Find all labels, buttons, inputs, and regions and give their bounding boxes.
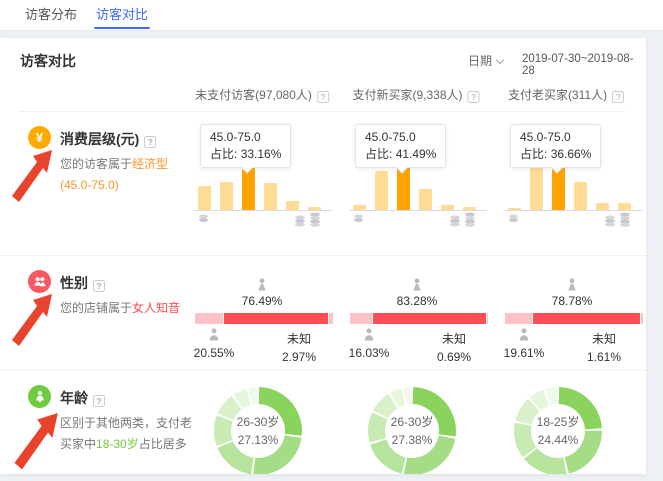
help-icon[interactable]: ? [468, 91, 480, 103]
male-icon [206, 328, 222, 342]
chart-axis [194, 210, 332, 211]
female-percentage: 78.78% [552, 294, 593, 308]
help-icon[interactable]: ? [93, 280, 105, 292]
consumption-chart-repeat-buyers: 45.0-75.0 占比: 36.66% [500, 112, 645, 255]
date-dropdown[interactable]: 日期 [468, 52, 503, 69]
consumption-chart-new-buyers: 45.0-75.0 占比: 41.49% [345, 112, 495, 255]
coin-stack-icon [353, 214, 364, 223]
page-title: 访客对比 [20, 51, 76, 71]
age-icon [28, 385, 51, 408]
coin-stack-icon [508, 214, 519, 223]
tab-visitor-comparison[interactable]: 访客对比 [96, 0, 148, 30]
column-header-row: 未支付访客(97,080人)? 支付新买家(9,338人)? 支付老买家(311… [20, 76, 626, 112]
male-icon [361, 328, 377, 342]
section-title: 消费层级(元)? [60, 129, 156, 149]
female-icon [254, 278, 270, 292]
consumption-bar-chart[interactable] [198, 162, 330, 210]
age-chart-repeat-buyers: 18-25岁 24.44% [500, 371, 645, 474]
age-chart-new-buyers: 26-30岁 27.38% [345, 371, 495, 474]
help-icon[interactable]: ? [144, 136, 156, 148]
unknown-percentage: 未知0.69% [437, 330, 471, 366]
help-icon[interactable]: ? [317, 91, 329, 103]
bar-tooltip: 45.0-75.0 占比: 33.16% [200, 124, 291, 168]
description-highlight: 18-30岁 [96, 437, 139, 451]
tooltip-value: 41.49% [396, 147, 437, 161]
tab-visitor-distribution[interactable]: 访客分布 [25, 0, 77, 30]
gender-stacked-bar[interactable] [505, 313, 643, 324]
coin-stack-icon [449, 212, 476, 227]
column-header-new-buyers: 支付新买家(9,338人)? [352, 86, 479, 103]
section-description: 您的访客属于经济型(45.0-75.0) [60, 154, 192, 196]
section-gender: 性别? 您的店铺属于女人知音 76.49% 20.55% 未知2.97% 83.… [0, 255, 646, 370]
male-percentage: 20.55% [194, 346, 235, 360]
coin-stack-icon [198, 214, 209, 223]
coin-stack-icon [294, 212, 321, 227]
section-age: 年龄? 区别于其他两类，支付老买家中18-30岁占比居多 26-30岁 27.1… [0, 370, 646, 474]
male-icon [516, 328, 532, 342]
consumption-chart-unpaid: 45.0-75.0 占比: 33.16% [190, 112, 340, 255]
consumption-bar-chart[interactable] [508, 162, 640, 210]
gender-stacked-bar[interactable] [195, 313, 333, 324]
tooltip-range: 45.0-75.0 [365, 129, 436, 146]
male-percentage: 19.61% [504, 346, 545, 360]
chart-axis [504, 210, 642, 211]
gender-chart-new-buyers: 83.28% 16.03% 未知0.69% [345, 256, 495, 370]
tooltip-value: 36.66% [551, 147, 592, 161]
active-tab-underline [94, 27, 150, 29]
top-tab-bar: 访客分布 访客对比 [0, 0, 663, 31]
female-percentage: 76.49% [242, 294, 283, 308]
unknown-percentage: 未知1.61% [587, 330, 621, 366]
male-percentage: 16.03% [349, 346, 390, 360]
help-icon[interactable]: ? [612, 91, 624, 103]
female-icon [564, 278, 580, 292]
section-description: 区别于其他两类，支付老买家中18-30岁占比居多 [60, 413, 192, 455]
tooltip-value: 33.16% [241, 147, 282, 161]
female-percentage: 83.28% [397, 294, 438, 308]
column-header-repeat-buyers: 支付老买家(311人)? [508, 86, 624, 103]
age-donut-chart[interactable]: 26-30岁 27.38% [366, 385, 458, 474]
chevron-down-icon [496, 56, 504, 64]
tooltip-range: 45.0-75.0 [210, 129, 281, 146]
unknown-percentage: 未知2.97% [282, 330, 316, 366]
tooltip-range: 45.0-75.0 [520, 129, 591, 146]
tab-label: 访客对比 [96, 7, 148, 22]
visitor-comparison-panel: 访客对比 日期 2019-07-30~2019-08-28 未支付访客(97,0… [0, 38, 646, 474]
age-chart-unpaid: 26-30岁 27.13% [190, 371, 340, 474]
section-consumption-level: ¥ 消费层级(元)? 您的访客属于经济型(45.0-75.0) 45.0-75.… [0, 112, 646, 255]
female-icon [409, 278, 425, 292]
bar-tooltip: 45.0-75.0 占比: 36.66% [510, 124, 601, 168]
description-highlight: 女人知音 [132, 301, 180, 315]
consumption-bar-chart[interactable] [353, 162, 485, 210]
tab-label: 访客分布 [25, 7, 77, 22]
gender-chart-unpaid: 76.49% 20.55% 未知2.97% [190, 256, 340, 370]
age-donut-chart[interactable]: 26-30岁 27.13% [212, 385, 304, 474]
chart-axis [349, 210, 487, 211]
help-icon[interactable]: ? [93, 395, 105, 407]
date-range-value[interactable]: 2019-07-30~2019-08-28 [522, 53, 646, 77]
gender-icon [28, 270, 51, 293]
section-title: 性别? [60, 273, 105, 293]
column-header-unpaid-visitors: 未支付访客(97,080人)? [195, 86, 329, 103]
bar-tooltip: 45.0-75.0 占比: 41.49% [355, 124, 446, 168]
panel-header: 访客对比 日期 2019-07-30~2019-08-28 [0, 38, 646, 76]
age-donut-chart[interactable]: 18-25岁 24.44% [512, 385, 604, 474]
gender-chart-repeat-buyers: 78.78% 19.61% 未知1.61% [500, 256, 645, 370]
section-title: 年龄? [60, 388, 105, 408]
gender-stacked-bar[interactable] [350, 313, 488, 324]
section-description: 您的店铺属于女人知音 [60, 298, 192, 319]
yen-icon: ¥ [28, 126, 51, 149]
coin-stack-icon [604, 212, 631, 227]
